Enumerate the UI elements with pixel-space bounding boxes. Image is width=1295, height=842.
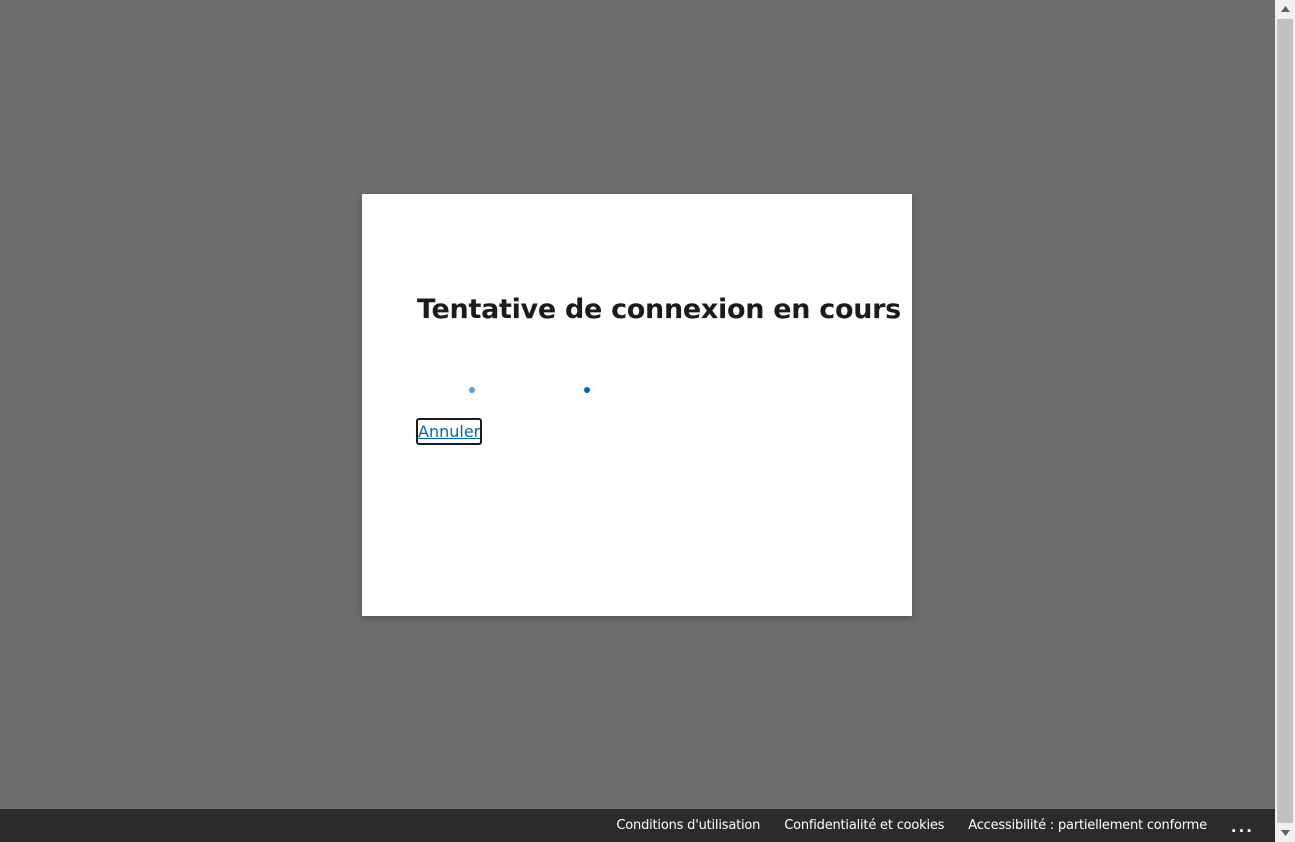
footer-link-privacy[interactable]: Confidentialité et cookies — [784, 818, 944, 833]
footer-links: Conditions d'utilisation Confidentialité… — [592, 809, 1254, 842]
scrollbar-thumb[interactable] — [1277, 19, 1293, 823]
cancel-link[interactable]: Annuler — [416, 418, 483, 445]
vertical-scrollbar[interactable] — [1275, 0, 1295, 842]
scroll-up-icon[interactable] — [1275, 0, 1295, 18]
scroll-down-icon[interactable] — [1275, 824, 1295, 842]
footer-link-accessibility[interactable]: Accessibilité : partiellement conforme — [968, 818, 1207, 833]
progress-dot — [584, 387, 590, 393]
more-icon[interactable]: ... — [1231, 811, 1254, 842]
footer: Conditions d'utilisation Confidentialité… — [0, 809, 1275, 842]
dialog-title: Tentative de connexion en cours — [417, 294, 901, 325]
progress-indicator — [417, 387, 857, 397]
page-backdrop: Tentative de connexion en cours Annuler … — [0, 0, 1275, 842]
footer-link-terms[interactable]: Conditions d'utilisation — [616, 818, 760, 833]
sign-in-dialog: Tentative de connexion en cours Annuler — [362, 194, 912, 616]
progress-dot — [469, 387, 475, 393]
